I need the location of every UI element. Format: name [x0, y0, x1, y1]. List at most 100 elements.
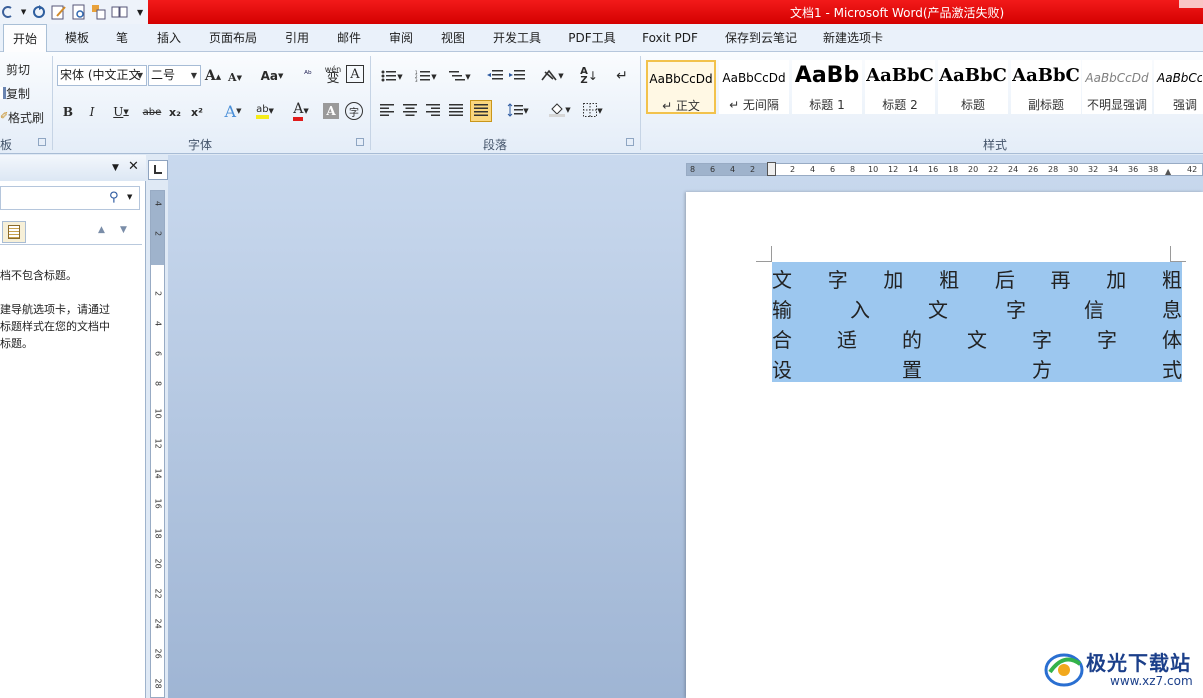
undo-icon[interactable]	[0, 4, 16, 21]
doc-char: 息	[1162, 297, 1182, 322]
tab-insert[interactable]: 插入	[152, 24, 186, 52]
tab-template[interactable]: 模板	[60, 24, 94, 52]
watermark-url: www.xz7.com	[1110, 674, 1193, 688]
underline-button[interactable]: U ▼	[108, 102, 134, 122]
nav-next-icon[interactable]: ▼	[120, 225, 127, 235]
style-sample: AaBbCcDd	[722, 71, 786, 85]
doc-char: 字	[827, 267, 848, 292]
window-close-button[interactable]	[1179, 0, 1203, 8]
layout-icon[interactable]	[91, 4, 107, 21]
nav-prev-icon[interactable]: ▲	[98, 225, 105, 235]
align-left-button[interactable]	[378, 102, 396, 120]
sort-button[interactable]: A Z ↓	[578, 66, 600, 86]
font-color-button[interactable]: A ▼	[286, 100, 316, 122]
style-emphasis[interactable]: AaBbCcI 强调	[1154, 60, 1203, 114]
tab-stop-icon	[154, 165, 162, 174]
document-line-1[interactable]: 文 字 加 粗 后 再 加 粗	[772, 263, 1182, 293]
format-painter-button[interactable]: ✐ 格式刷	[0, 108, 44, 126]
doc-char: 入	[850, 297, 870, 322]
chinese-layout-button[interactable]: ▼	[538, 66, 566, 86]
chevron-down-icon[interactable]: ▼	[127, 193, 132, 201]
align-right-button[interactable]	[424, 102, 442, 120]
shrink-font-button[interactable]: A ▼	[227, 68, 243, 86]
character-shading-button[interactable]: A	[323, 103, 339, 119]
nav-tab-pages[interactable]	[2, 221, 26, 243]
tab-pen[interactable]: 笔	[110, 24, 134, 52]
multilevel-list-button[interactable]: ▼	[446, 68, 474, 86]
font-launcher-icon[interactable]	[356, 138, 364, 146]
tab-references[interactable]: 引用	[280, 24, 314, 52]
text-effects-button[interactable]: A ▼	[220, 100, 246, 122]
paragraph-launcher-icon[interactable]	[626, 138, 634, 146]
style-no-spacing[interactable]: AaBbCcDd ↵ 无间隔	[719, 60, 789, 114]
increase-indent-button[interactable]	[508, 68, 526, 86]
change-case-button[interactable]: Aa ▼	[258, 66, 286, 86]
copy-button[interactable]: 复制	[0, 84, 30, 102]
title-bar: ▼ ▼ 文档1 - Microsoft Word(产品激活失败)	[0, 0, 1203, 24]
grow-font-button[interactable]: A ▲	[205, 66, 221, 86]
tab-home[interactable]: 开始	[3, 24, 47, 53]
strikethrough-button[interactable]: abe	[142, 102, 162, 122]
bold-button[interactable]: B	[60, 102, 76, 122]
cut-button[interactable]: 剪切	[0, 60, 30, 78]
borders-button[interactable]: ▼	[580, 102, 606, 120]
bullets-button[interactable]: ▼	[378, 68, 406, 86]
line-spacing-button[interactable]: ▼	[504, 102, 532, 120]
doc-char: 后	[994, 267, 1015, 292]
close-icon[interactable]: ✕	[128, 159, 139, 174]
tab-developer[interactable]: 开发工具	[488, 24, 546, 52]
tab-page-layout[interactable]: 页面布局	[204, 24, 262, 52]
show-marks-button[interactable]: ↵	[612, 66, 632, 86]
distributed-button[interactable]	[470, 100, 492, 122]
tab-foxit-pdf[interactable]: Foxit PDF	[638, 24, 702, 52]
shading-button[interactable]: ▼	[546, 100, 574, 120]
nav-search-input[interactable]: ⚲ ▼	[0, 186, 140, 210]
style-heading-2[interactable]: AaBbC 标题 2	[865, 60, 935, 114]
style-subtitle[interactable]: AaBbC 副标题	[1011, 60, 1081, 114]
phonetic-guide-button[interactable]: wén 变	[322, 62, 344, 86]
print-preview-icon[interactable]	[71, 4, 87, 21]
justify-button[interactable]	[447, 102, 465, 120]
enclose-characters-button[interactable]: 字	[345, 102, 363, 120]
chevron-down-icon[interactable]: ▼	[134, 66, 146, 85]
redo-icon[interactable]	[31, 4, 47, 21]
customize-qat-icon[interactable]: ▼	[132, 4, 148, 21]
style-normal[interactable]: AaBbCcDd ↵ 正文	[646, 60, 716, 114]
style-subtle-emphasis[interactable]: AaBbCcDd 不明显强调	[1082, 60, 1152, 114]
tab-view[interactable]: 视图	[436, 24, 470, 52]
tab-save-to-cloud[interactable]: 保存到云笔记	[720, 24, 802, 52]
decrease-indent-button[interactable]	[486, 68, 504, 86]
clipboard-launcher-icon[interactable]	[38, 138, 46, 146]
tab-review[interactable]: 审阅	[384, 24, 418, 52]
align-center-button[interactable]	[401, 102, 419, 120]
format-painter-label: 格式刷	[8, 110, 45, 125]
search-icon[interactable]: ⚲	[109, 190, 119, 205]
indent-marker-icon[interactable]	[767, 162, 776, 176]
document-line-3[interactable]: 合 适 的 文 字 字 体	[772, 323, 1182, 353]
subscript-button[interactable]: x₂	[166, 102, 184, 122]
clear-format-button[interactable]: ᴬᵇ	[298, 64, 318, 86]
character-border-button[interactable]: A	[346, 65, 364, 83]
right-indent-marker-icon[interactable]: ▲	[1165, 167, 1171, 176]
align-left-icon	[380, 103, 394, 119]
style-heading-1[interactable]: AaBb 标题 1	[792, 60, 862, 114]
highlight-button[interactable]: ab ▼	[250, 100, 280, 122]
superscript-button[interactable]: x²	[188, 102, 206, 122]
numbering-button[interactable]: 1 2 3 ▼	[412, 68, 440, 86]
tab-mailings[interactable]: 邮件	[332, 24, 366, 52]
document-line-4[interactable]: 设 置 方 式	[772, 353, 1182, 383]
chevron-down-icon[interactable]: ▼	[188, 66, 200, 85]
font-size-combo[interactable]: 二号 ▼	[148, 65, 201, 86]
ruler-tab-selector[interactable]	[148, 160, 168, 180]
style-name: ↵ 无间隔	[729, 98, 779, 112]
reading-view-icon[interactable]	[111, 4, 128, 21]
italic-button[interactable]: I	[84, 102, 100, 122]
dropdown-arrow-icon[interactable]: ▼	[20, 4, 27, 21]
edit-doc-icon[interactable]	[51, 4, 67, 21]
tab-pdf-tools[interactable]: PDF工具	[564, 24, 620, 52]
nav-pane-menu-icon[interactable]: ▼	[112, 163, 119, 173]
document-line-2[interactable]: 输 入 文 字 信 息	[772, 293, 1182, 323]
font-name-combo[interactable]: 宋体 (中文正文 ▼	[57, 65, 147, 86]
tab-new-tab[interactable]: 新建选项卡	[818, 24, 888, 52]
style-title[interactable]: AaBbC 标题	[938, 60, 1008, 114]
